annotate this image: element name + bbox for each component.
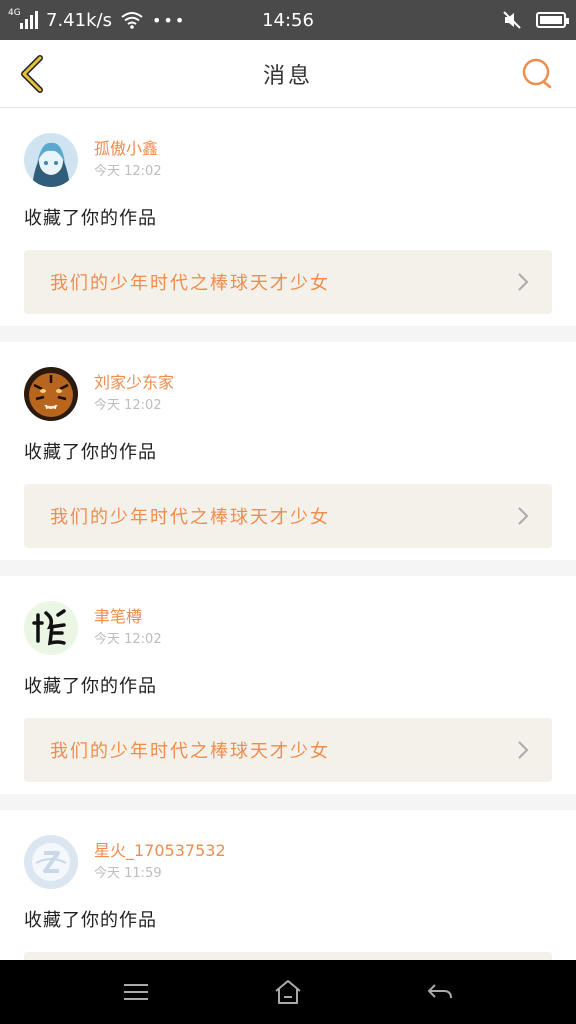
- home-icon: [275, 980, 301, 1004]
- work-link[interactable]: 我们的少年时代之棒球天才少女: [24, 484, 552, 548]
- more-dots: •••: [151, 10, 187, 30]
- user-avatar[interactable]: [24, 133, 78, 187]
- user-avatar[interactable]: [24, 835, 78, 889]
- notification-card: 聿笔樽 今天 12:02 收藏了你的作品 我们的少年时代之棒球天才少女: [0, 576, 576, 794]
- chevron-right-icon: [518, 507, 529, 525]
- chevron-right-icon: [518, 741, 529, 759]
- user-avatar[interactable]: [24, 601, 78, 655]
- menu-icon: [124, 984, 148, 1000]
- back-button[interactable]: [16, 54, 50, 94]
- notification-card: 孤傲小鑫 今天 12:02 收藏了你的作品 我们的少年时代之棒球天才少女: [0, 108, 576, 326]
- system-nav-bar: [0, 960, 576, 1024]
- username[interactable]: 孤傲小鑫: [94, 138, 162, 160]
- notification-card: 刘家少东家 今天 12:02 收藏了你的作品 我们的少年时代之棒球天才少女: [0, 342, 576, 560]
- chevron-right-icon: [518, 273, 529, 291]
- back-nav-button[interactable]: [410, 972, 470, 1012]
- network-speed: 7.41k/s: [46, 9, 112, 31]
- timestamp: 今天 11:59: [94, 866, 162, 881]
- action-text: 收藏了你的作品: [24, 208, 157, 229]
- battery-icon: [536, 12, 569, 28]
- home-button[interactable]: [258, 972, 318, 1012]
- action-text: 收藏了你的作品: [24, 442, 157, 463]
- notification-list[interactable]: 孤傲小鑫 今天 12:02 收藏了你的作品 我们的少年时代之棒球天才少女 刘家少…: [0, 108, 576, 960]
- signal-icon: 4G: [8, 8, 38, 29]
- mute-icon: [503, 11, 521, 29]
- work-title: 我们的少年时代之棒球天才少女: [50, 507, 330, 528]
- username[interactable]: 聿笔樽: [94, 606, 162, 628]
- menu-button[interactable]: [106, 972, 166, 1012]
- username[interactable]: 星火_170537532: [94, 840, 226, 862]
- action-text: 收藏了你的作品: [24, 910, 157, 931]
- notification-card: 星火_170537532 今天 11:59 收藏了你的作品: [0, 810, 576, 960]
- wifi-icon: [121, 12, 143, 29]
- network-tag: 4G: [8, 8, 21, 18]
- app-header: 消息: [0, 40, 576, 108]
- user-avatar[interactable]: [24, 367, 78, 421]
- page-title: 消息: [262, 63, 313, 89]
- back-arrow-icon: [428, 984, 452, 999]
- work-link[interactable]: 我们的少年时代之棒球天才少女: [24, 250, 552, 314]
- work-link[interactable]: 我们的少年时代之棒球天才少女: [24, 718, 552, 782]
- timestamp: 今天 12:02: [94, 398, 162, 413]
- work-title: 我们的少年时代之棒球天才少女: [50, 273, 330, 294]
- timestamp: 今天 12:02: [94, 164, 162, 179]
- username[interactable]: 刘家少东家: [94, 372, 174, 394]
- timestamp: 今天 12:02: [94, 632, 162, 647]
- work-link[interactable]: [24, 952, 552, 960]
- status-bar: 4G 7.41k/s ••• 14:56: [0, 0, 576, 40]
- action-text: 收藏了你的作品: [24, 676, 157, 697]
- work-title: 我们的少年时代之棒球天才少女: [50, 741, 330, 762]
- search-icon[interactable]: [520, 56, 554, 92]
